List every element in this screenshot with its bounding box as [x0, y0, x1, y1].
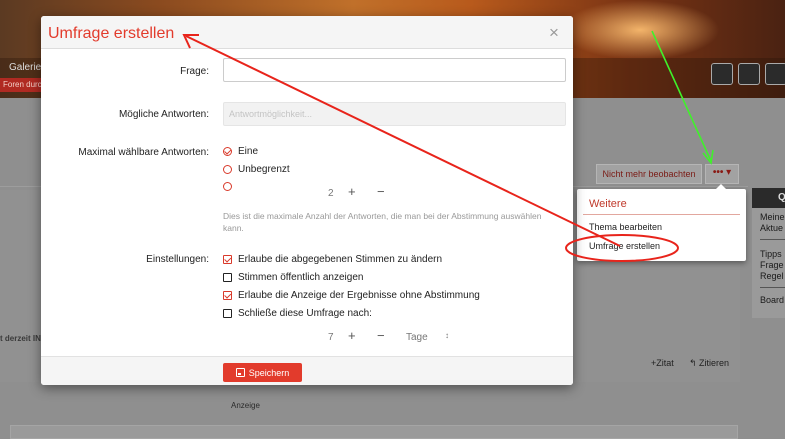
sidebar-divider: [760, 239, 785, 240]
close-after-plus-button[interactable]: +: [348, 328, 356, 343]
close-after-value[interactable]: 7: [328, 332, 334, 343]
setting-close-after[interactable]: Schließe diese Umfrage nach:: [223, 308, 372, 319]
quote-button[interactable]: +Zitat: [651, 358, 674, 368]
max-count-minus-button[interactable]: −: [377, 184, 385, 199]
menu-item-edit-thread[interactable]: Thema bearbeiten: [589, 222, 662, 232]
max-option-unlimited[interactable]: Unbegrenzt: [223, 164, 290, 175]
radio-icon[interactable]: [223, 165, 232, 174]
sidebar-link[interactable]: Board: [760, 295, 784, 306]
window-icon[interactable]: [711, 63, 733, 85]
close-after-minus-button[interactable]: −: [377, 328, 385, 343]
setting-public-votes[interactable]: Stimmen öffentlich anzeigen: [223, 272, 363, 283]
max-count-plus-button[interactable]: +: [348, 184, 356, 199]
max-count-value[interactable]: 2: [328, 188, 334, 199]
cite-button[interactable]: ↰ Zitieren: [689, 358, 729, 369]
bell-icon[interactable]: [765, 63, 785, 85]
sidebar-link[interactable]: Aktue: [760, 223, 783, 234]
sidebar-link[interactable]: Regel: [760, 271, 784, 282]
save-disk-icon: [235, 368, 245, 377]
bottom-panel: [10, 425, 738, 439]
sidebar-divider: [760, 287, 785, 288]
max-option-unlimited-label: Unbegrenzt: [238, 164, 290, 175]
dropdown-divider: [583, 214, 740, 215]
save-button[interactable]: Speichern: [223, 363, 302, 382]
modal-title: Umfrage erstellen: [48, 25, 175, 42]
unwatch-button[interactable]: Nicht mehr beobachten: [596, 164, 702, 184]
radio-checked-icon[interactable]: [223, 147, 232, 156]
create-poll-modal: Umfrage erstellen × Frage: Mögliche Antw…: [41, 16, 573, 385]
checkbox-checked-icon[interactable]: [223, 255, 232, 264]
select-arrows-icon: ↕: [445, 331, 449, 340]
checkbox-icon[interactable]: [223, 273, 232, 282]
max-option-custom[interactable]: [223, 182, 238, 191]
nav-sub-link[interactable]: Foren durc: [0, 78, 44, 92]
settings-label: Einstellungen:: [146, 254, 209, 265]
online-status-text: t derzeit IN: [0, 334, 41, 343]
max-option-one-label: Eine: [238, 146, 259, 157]
more-menu-button[interactable]: ••• ▾: [705, 164, 739, 184]
sidebar-link[interactable]: Tipps: [760, 249, 782, 260]
close-icon[interactable]: ×: [549, 23, 559, 43]
sidebar-link[interactable]: Frage: [760, 260, 784, 271]
dropdown-caret: [716, 184, 726, 189]
question-input[interactable]: [223, 58, 566, 82]
setting-show-results[interactable]: Erlaube die Anzeige der Ergebnisse ohne …: [223, 290, 480, 301]
radio-icon[interactable]: [223, 182, 232, 191]
setting-close-after-label: Schließe diese Umfrage nach:: [238, 308, 372, 319]
answer-option-input[interactable]: [223, 102, 566, 126]
checkbox-icon[interactable]: [223, 309, 232, 318]
max-answers-label: Maximal wählbare Antworten:: [78, 147, 209, 158]
menu-item-create-poll[interactable]: Umfrage erstellen: [589, 241, 660, 251]
max-option-one[interactable]: Eine: [223, 146, 258, 157]
setting-public-votes-label: Stimmen öffentlich anzeigen: [238, 272, 364, 283]
modal-footer: Speichern: [41, 356, 573, 385]
banner-glow: [560, 0, 720, 60]
max-answers-help-text: Dies ist die maximale Anzahl der Antwort…: [223, 211, 542, 233]
ad-label: Anzeige: [231, 401, 260, 410]
dropdown-title: Weitere: [589, 198, 627, 210]
mail-icon[interactable]: [738, 63, 760, 85]
nav-item-galerie[interactable]: Galerie: [9, 62, 41, 73]
question-label: Frage:: [180, 66, 209, 77]
setting-show-results-label: Erlaube die Anzeige der Ergebnisse ohne …: [238, 290, 480, 301]
close-after-unit-select[interactable]: Tage: [406, 332, 428, 343]
checkbox-checked-icon[interactable]: [223, 291, 232, 300]
setting-allow-change[interactable]: Erlaube die abgegebenen Stimmen zu änder…: [223, 254, 442, 265]
sidebar-link[interactable]: Meine: [760, 212, 785, 223]
answers-label: Mögliche Antworten:: [118, 109, 209, 120]
modal-header: Umfrage erstellen ×: [41, 16, 573, 49]
setting-allow-change-label: Erlaube die abgegebenen Stimmen zu änder…: [238, 254, 443, 265]
save-button-label: Speichern: [248, 367, 290, 378]
more-dropdown: Weitere Thema bearbeiten Umfrage erstell…: [577, 184, 746, 261]
sidebar-header: Q: [752, 188, 785, 208]
